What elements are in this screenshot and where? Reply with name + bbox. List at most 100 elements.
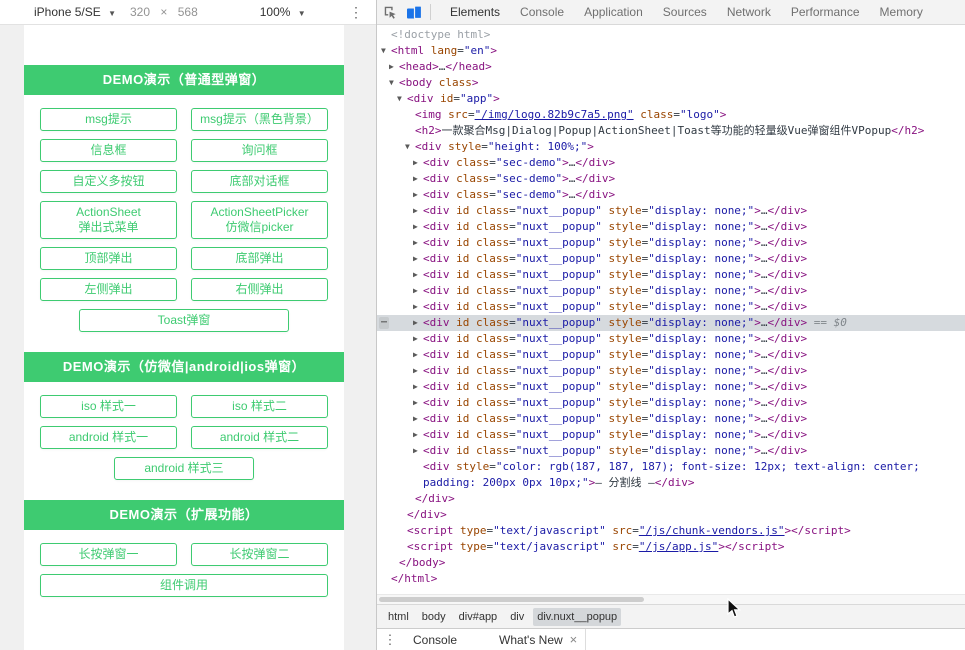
expand-arrow-icon[interactable]: ▶ [413, 283, 418, 299]
drawer-tab-console[interactable]: Console [403, 629, 467, 650]
code-line[interactable]: ▶<div class="sec-demo">…</div> [377, 155, 965, 171]
demo-button[interactable]: android 样式二 [191, 426, 328, 449]
expand-arrow-icon[interactable]: ▶ [413, 411, 418, 427]
code-line[interactable]: ▶<div id class="nuxt__popup" style="disp… [377, 363, 965, 379]
expand-arrow-icon[interactable]: ▶ [413, 299, 418, 315]
collapse-arrow-icon[interactable]: ▼ [405, 139, 410, 155]
code-line[interactable]: <script type="text/javascript" src="/js/… [377, 539, 965, 555]
expand-arrow-icon[interactable]: ▶ [413, 267, 418, 283]
code-line[interactable]: ▶<div id class="nuxt__popup" style="disp… [377, 379, 965, 395]
code-line[interactable]: </html> [377, 571, 965, 587]
drawer-menu-icon[interactable]: ⋮ [377, 632, 403, 648]
devtools-tab-application[interactable]: Application [574, 0, 653, 24]
code-line[interactable]: ▶<div id class="nuxt__popup" style="disp… [377, 235, 965, 251]
code-line[interactable]: <h2>一款聚合Msg|Dialog|Popup|ActionSheet|Toa… [377, 123, 965, 139]
breadcrumb-item[interactable]: div.nuxt__popup [533, 608, 621, 626]
expand-arrow-icon[interactable]: ▶ [413, 219, 418, 235]
code-line[interactable]: ▶<div id class="nuxt__popup" style="disp… [377, 395, 965, 411]
breadcrumb-item[interactable]: html [384, 608, 413, 626]
code-line[interactable]: ▼<html lang="en"> [377, 43, 965, 59]
code-line[interactable]: ▶<head>…</head> [377, 59, 965, 75]
expand-arrow-icon[interactable]: ▶ [413, 187, 418, 203]
demo-button[interactable]: 顶部弹出 [40, 247, 177, 270]
device-selector[interactable]: iPhone 5/SE ▼ [34, 5, 116, 19]
code-line[interactable]: </div> [377, 491, 965, 507]
code-line[interactable]: ▶<div id class="nuxt__popup" style="disp… [377, 219, 965, 235]
expand-arrow-icon[interactable]: ▶ [413, 235, 418, 251]
code-line[interactable]: ▶<div id class="nuxt__popup" style="disp… [377, 443, 965, 459]
horizontal-scrollbar[interactable] [377, 594, 965, 604]
breadcrumb-item[interactable]: div#app [455, 608, 502, 626]
code-line[interactable]: ▶<div id class="nuxt__popup" style="disp… [377, 347, 965, 363]
close-icon[interactable]: × [570, 632, 578, 647]
demo-button[interactable]: android 样式三 [114, 457, 254, 480]
inspect-element-icon[interactable] [377, 5, 402, 19]
demo-button[interactable]: 右侧弹出 [191, 278, 328, 301]
collapse-arrow-icon[interactable]: ▼ [381, 43, 386, 59]
code-line[interactable]: <script type="text/javascript" src="/js/… [377, 523, 965, 539]
code-line[interactable]: padding: 200px 0px 10px;">— 分割线 —</div> [377, 475, 965, 491]
demo-button[interactable]: 底部弹出 [191, 247, 328, 270]
code-line[interactable]: <img src="/img/logo.82b9c7a5.png" class=… [377, 107, 965, 123]
scrollbar-thumb[interactable] [379, 597, 644, 602]
more-options-icon[interactable]: ⋮ [349, 4, 363, 21]
demo-button[interactable]: 长按弹窗二 [191, 543, 328, 566]
zoom-selector[interactable]: 100% ▼ [260, 5, 306, 19]
demo-button[interactable]: Toast弹窗 [79, 309, 289, 332]
code-line[interactable]: ▶<div id class="nuxt__popup" style="disp… [377, 427, 965, 443]
breadcrumb-item[interactable]: body [418, 608, 450, 626]
code-line[interactable]: ▶<div id class="nuxt__popup" style="disp… [377, 267, 965, 283]
code-line[interactable]: ▶<div id class="nuxt__popup" style="disp… [377, 299, 965, 315]
expand-arrow-icon[interactable]: ▶ [389, 59, 394, 75]
demo-button[interactable]: 信息框 [40, 139, 177, 162]
code-line[interactable]: <div style="color: rgb(187, 187, 187); f… [377, 459, 965, 475]
code-line[interactable]: ▼<div style="height: 100%;"> [377, 139, 965, 155]
device-toolbar-toggle-icon[interactable] [402, 6, 427, 19]
expand-arrow-icon[interactable]: ▶ [413, 251, 418, 267]
devtools-tab-performance[interactable]: Performance [781, 0, 870, 24]
demo-button[interactable]: ActionSheetPicker仿微信picker [191, 201, 328, 239]
devtools-tab-network[interactable]: Network [717, 0, 781, 24]
expand-arrow-icon[interactable]: ▶ [413, 427, 418, 443]
demo-button[interactable]: 组件调用 [40, 574, 328, 597]
devtools-tab-sources[interactable]: Sources [653, 0, 717, 24]
code-line[interactable]: </div> [377, 507, 965, 523]
expand-arrow-icon[interactable]: ▶ [413, 155, 418, 171]
code-line[interactable]: </body> [377, 555, 965, 571]
expand-arrow-icon[interactable]: ▶ [413, 443, 418, 459]
expand-arrow-icon[interactable]: ▶ [413, 331, 418, 347]
code-line[interactable]: ⋯▶<div id class="nuxt__popup" style="dis… [377, 315, 965, 331]
demo-button[interactable]: 左侧弹出 [40, 278, 177, 301]
expand-arrow-icon[interactable]: ▶ [413, 203, 418, 219]
expand-arrow-icon[interactable]: ▶ [413, 379, 418, 395]
code-line[interactable]: ▶<div class="sec-demo">…</div> [377, 187, 965, 203]
breadcrumb-item[interactable]: div [506, 608, 528, 626]
more-actions-icon[interactable]: ⋯ [379, 317, 389, 329]
code-line[interactable]: ▶<div id class="nuxt__popup" style="disp… [377, 203, 965, 219]
code-line[interactable]: ▶<div id class="nuxt__popup" style="disp… [377, 283, 965, 299]
demo-button[interactable]: ActionSheet弹出式菜单 [40, 201, 177, 239]
devtools-tab-console[interactable]: Console [510, 0, 574, 24]
collapse-arrow-icon[interactable]: ▼ [389, 75, 394, 91]
demo-button[interactable]: 询问框 [191, 139, 328, 162]
code-line[interactable]: ▶<div id class="nuxt__popup" style="disp… [377, 331, 965, 347]
expand-arrow-icon[interactable]: ▶ [413, 347, 418, 363]
code-line[interactable]: ▼<div id="app"> [377, 91, 965, 107]
collapse-arrow-icon[interactable]: ▼ [397, 91, 402, 107]
expand-arrow-icon[interactable]: ▶ [413, 315, 418, 331]
code-line[interactable]: ▶<div id class="nuxt__popup" style="disp… [377, 411, 965, 427]
code-line[interactable]: ▶<div class="sec-demo">…</div> [377, 171, 965, 187]
demo-button[interactable]: msg提示（黑色背景） [191, 108, 328, 131]
code-line[interactable]: ▶<div id class="nuxt__popup" style="disp… [377, 251, 965, 267]
code-line[interactable]: <!doctype html> [377, 27, 965, 43]
demo-button[interactable]: 底部对话框 [191, 170, 328, 193]
demo-button[interactable]: msg提示 [40, 108, 177, 131]
expand-arrow-icon[interactable]: ▶ [413, 395, 418, 411]
demo-button[interactable]: 长按弹窗一 [40, 543, 177, 566]
drawer-tab-what-s-new[interactable]: What's New× [489, 629, 586, 650]
demo-button[interactable]: 自定义多按钮 [40, 170, 177, 193]
demo-button[interactable]: iso 样式二 [191, 395, 328, 418]
devtools-tab-memory[interactable]: Memory [870, 0, 933, 24]
code-line[interactable]: ▼<body class> [377, 75, 965, 91]
expand-arrow-icon[interactable]: ▶ [413, 363, 418, 379]
